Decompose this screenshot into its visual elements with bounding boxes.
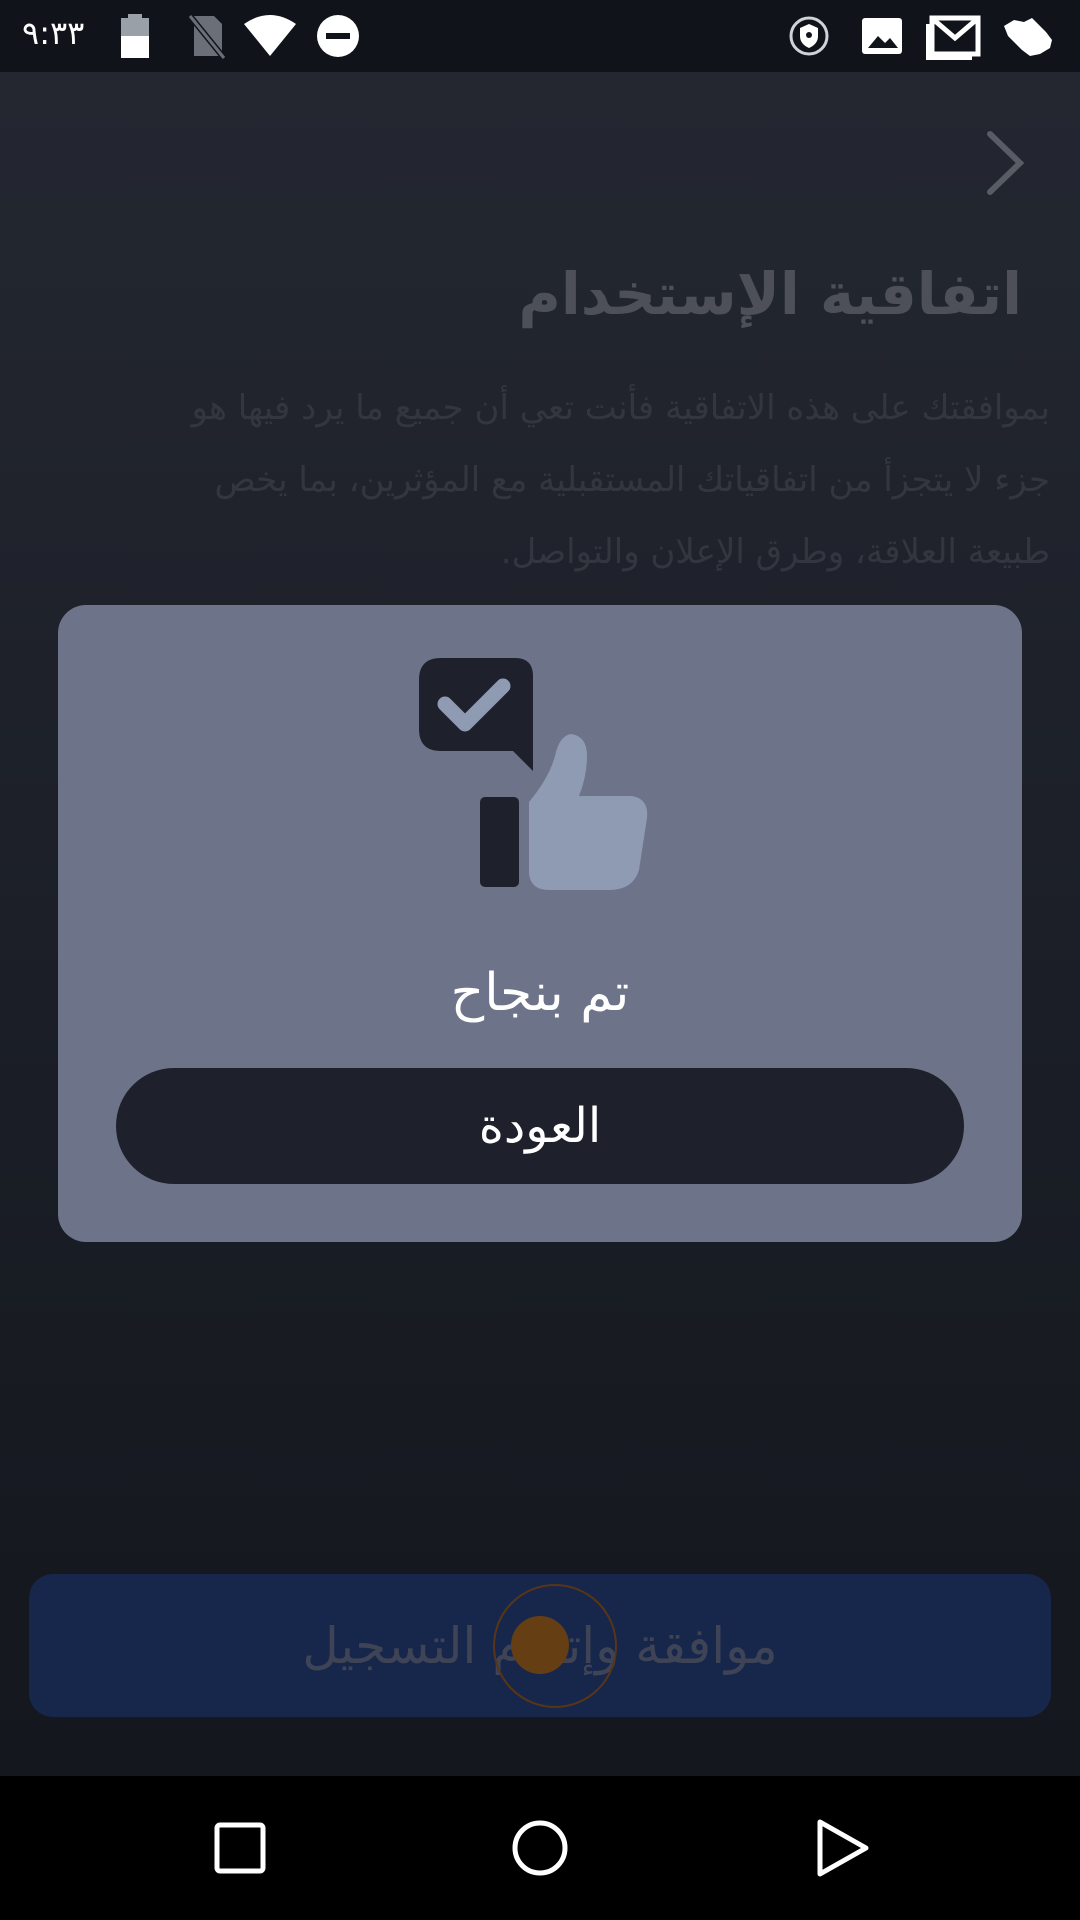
battery-icon bbox=[121, 14, 149, 58]
recents-square-icon[interactable] bbox=[210, 1818, 270, 1878]
success-dialog: تم بنجاح العودة bbox=[58, 605, 1022, 1242]
status-bar: ٩:٣٣ bbox=[0, 0, 1080, 72]
return-button[interactable]: العودة bbox=[116, 1068, 964, 1184]
no-sim-icon bbox=[187, 14, 227, 60]
do-not-disturb-icon bbox=[317, 15, 359, 57]
vpn-shield-icon bbox=[789, 16, 829, 56]
home-circle-icon[interactable] bbox=[510, 1818, 570, 1878]
back-triangle-icon[interactable] bbox=[812, 1818, 872, 1878]
approval-thumbs-up-icon bbox=[419, 658, 648, 890]
gmail-icon bbox=[926, 15, 981, 60]
image-notification-icon bbox=[862, 18, 902, 54]
wifi-icon bbox=[244, 15, 296, 56]
status-time: ٩:٣٣ bbox=[22, 14, 85, 52]
saudi-map-icon bbox=[1004, 18, 1052, 56]
system-nav-bar bbox=[0, 1776, 1080, 1920]
dialog-message: تم بنجاح bbox=[450, 963, 630, 1023]
